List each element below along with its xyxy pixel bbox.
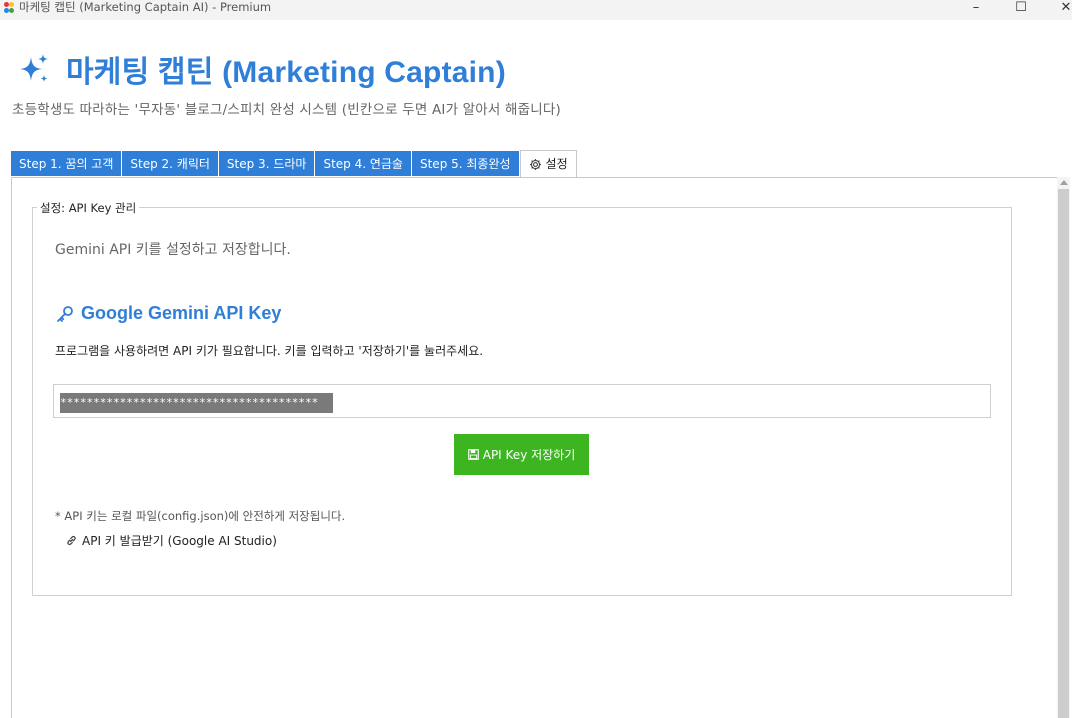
api-key-input[interactable]: *************************************** <box>53 384 991 418</box>
storage-note: * API 키는 로컬 파일(config.json)에 안전하게 저장됩니다. <box>55 509 346 523</box>
tab-settings-label: 설정 <box>545 157 568 171</box>
floppy-disk-icon <box>467 449 479 460</box>
tab-settings[interactable]: 설정 <box>519 150 577 177</box>
maximize-button[interactable]: ☐ <box>998 0 1044 16</box>
save-api-key-button[interactable]: API Key 저장하기 <box>454 434 589 475</box>
app-icon <box>3 2 15 16</box>
close-button[interactable]: ✕ <box>1043 0 1072 16</box>
tab-step-1[interactable]: Step 1. 꿈의 고객 <box>11 151 123 176</box>
save-button-label: API Key 저장하기 <box>482 448 576 462</box>
api-key-instruction: 프로그램을 사용하려면 API 키가 필요합니다. 키를 입력하고 '저장하기'… <box>55 344 484 358</box>
link-icon <box>67 535 76 546</box>
gear-icon <box>529 158 541 170</box>
vertical-scrollbar[interactable] <box>1057 177 1070 718</box>
settings-description: Gemini API 키를 설정하고 저장합니다. <box>55 242 291 258</box>
tab-step-4[interactable]: Step 4. 연금술 <box>315 151 412 176</box>
tab-step-2[interactable]: Step 2. 캐릭터 <box>122 151 219 176</box>
key-icon <box>57 305 73 322</box>
issue-link-label[interactable]: API 키 발급받기 (Google AI Studio) <box>82 532 277 549</box>
page-title: 마케팅 캡틴 (Marketing Captain) <box>66 56 506 89</box>
api-key-masked-value: *************************************** <box>60 393 333 413</box>
issue-api-key-link[interactable]: API 키 발급받기 (Google AI Studio) <box>66 532 277 549</box>
api-key-heading: Google Gemini API Key <box>55 303 281 324</box>
tab-step-5[interactable]: Step 5. 최종완성 <box>411 151 520 176</box>
sparkles-icon <box>20 54 48 82</box>
window-titlebar: 마케팅 캡틴 (Marketing Captain AI) - Premium … <box>0 0 1072 20</box>
page-header: 마케팅 캡틴 (Marketing Captain) <box>16 47 506 91</box>
api-key-heading-text: Google Gemini API Key <box>81 303 282 323</box>
step-tabs: Step 1. 꿈의 고객 Step 2. 캐릭터 Step 3. 드라마 St… <box>11 150 577 177</box>
page-subtitle: 초등학생도 따라하는 '무자동' 블로그/스피치 완성 시스템 (빈칸으로 두면… <box>12 102 561 118</box>
groupbox-title: 설정: API Key 관리 <box>37 200 140 216</box>
window-title: 마케팅 캡틴 (Marketing Captain AI) - Premium <box>19 0 272 14</box>
tab-step-3[interactable]: Step 3. 드라마 <box>218 151 316 176</box>
scroll-up-arrow-icon[interactable] <box>1060 180 1068 185</box>
minimize-button[interactable]: – <box>953 0 999 16</box>
scrollbar-thumb[interactable] <box>1058 189 1069 718</box>
